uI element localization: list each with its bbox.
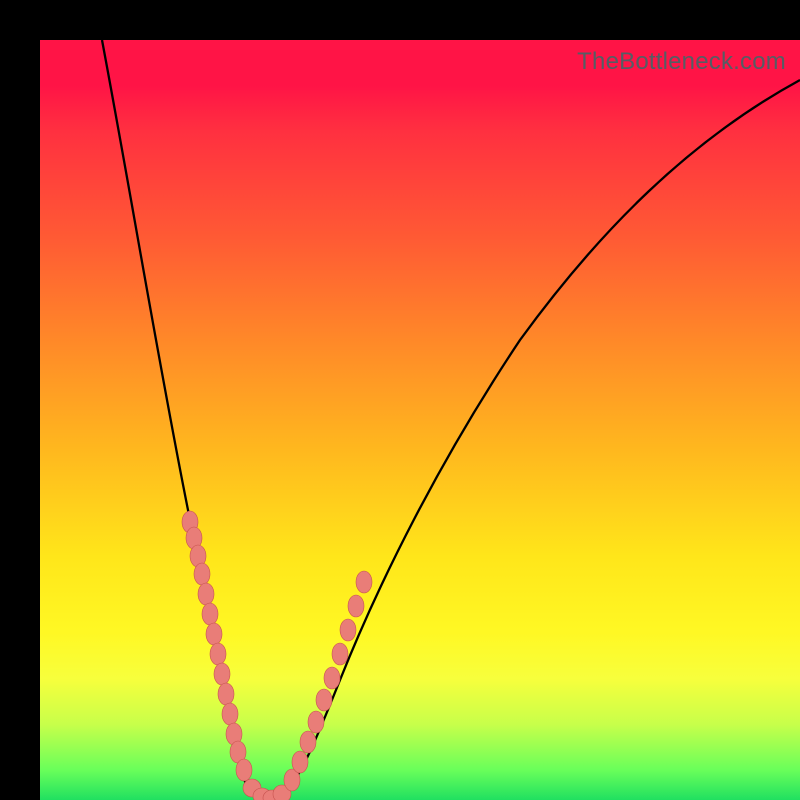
chart-frame: TheBottleneck.com <box>0 0 800 800</box>
sample-dots <box>182 511 372 800</box>
bottleneck-curve <box>40 40 800 800</box>
curve-path <box>102 40 800 799</box>
plot-area: TheBottleneck.com <box>40 40 800 800</box>
